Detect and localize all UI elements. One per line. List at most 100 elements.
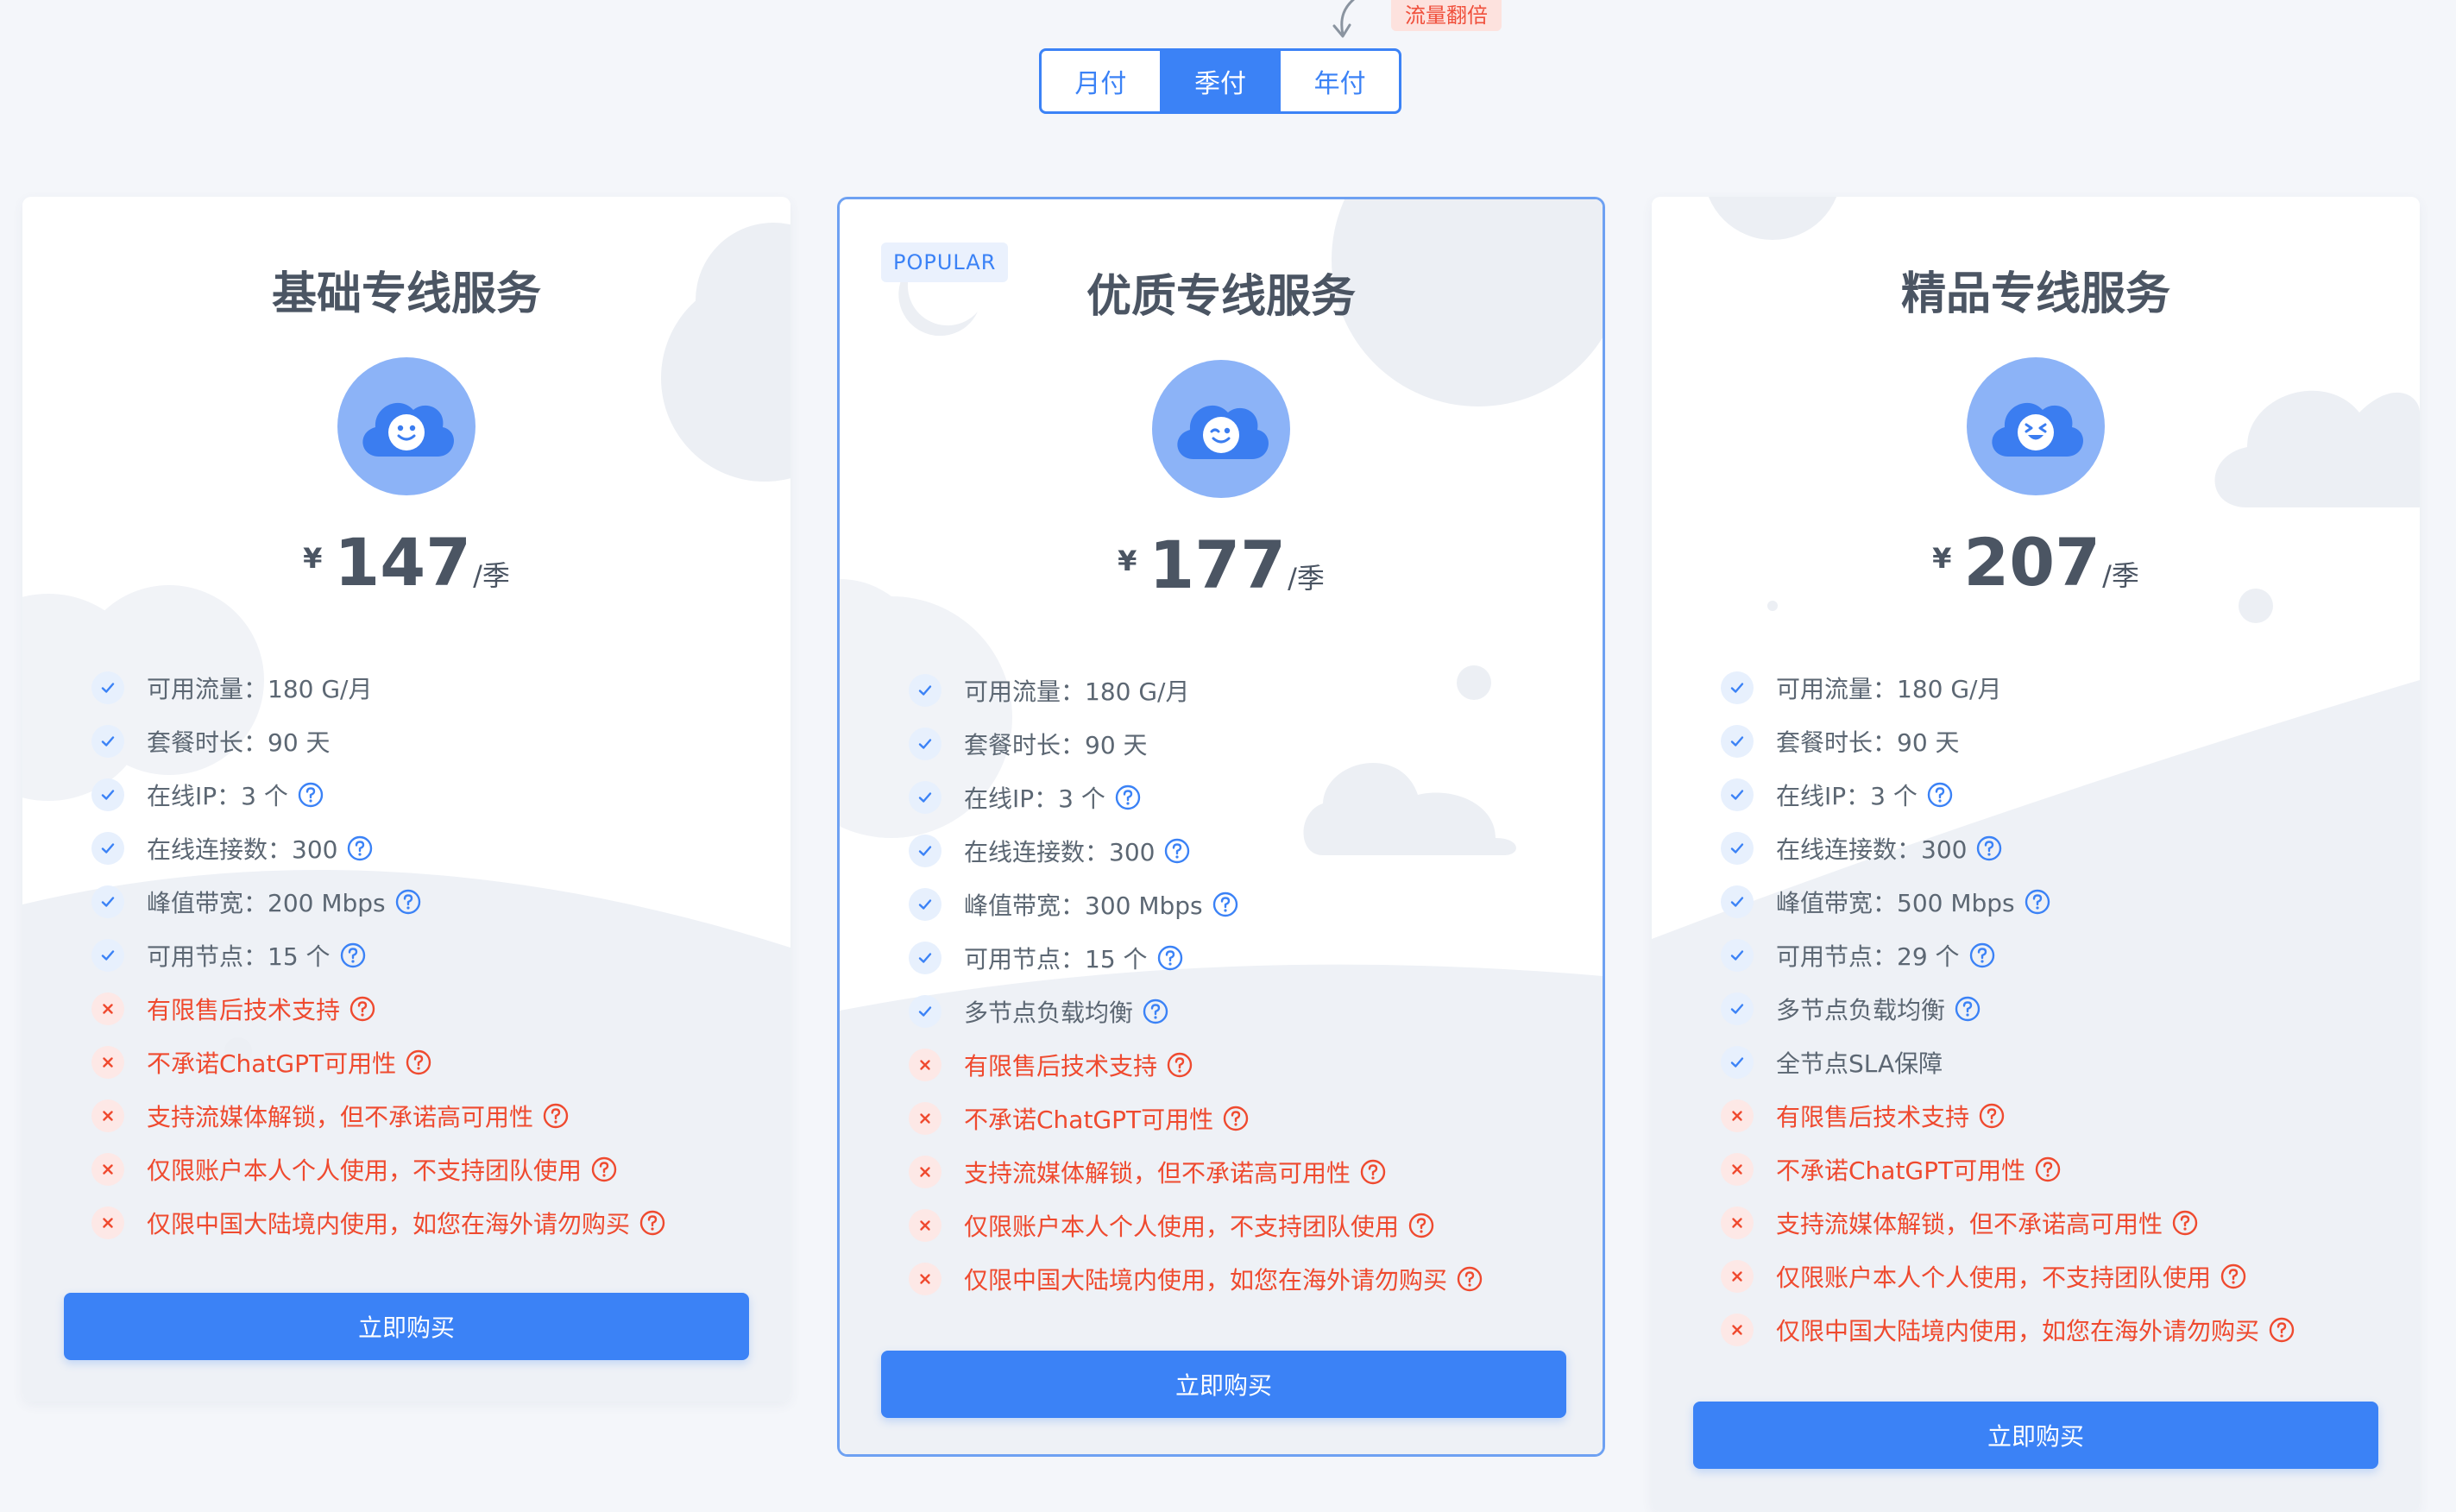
price-amount: 147: [334, 524, 472, 601]
help-icon[interactable]: [1954, 995, 1981, 1023]
feature-item: 套餐时长：90 天: [909, 717, 1483, 771]
traffic-double-badge: 流量翻倍: [1391, 0, 1502, 31]
help-icon[interactable]: [1968, 942, 1996, 969]
feature-text: 多节点负载均衡: [1776, 996, 1946, 1024]
plan-title: 优质专线服务: [1086, 271, 1356, 323]
feature-text: 全节点SLA保障: [1776, 1049, 1943, 1078]
help-icon[interactable]: [1166, 1051, 1193, 1079]
feature-text: 可用流量：180 G/月: [1776, 675, 2002, 703]
feature-text: 在线IP：3 个: [964, 784, 1105, 813]
cloud-smile-icon: [337, 357, 475, 495]
billing-option-monthly[interactable]: 月付: [1042, 51, 1162, 111]
feature-text: 套餐时长：90 天: [964, 731, 1148, 759]
check-icon: [1721, 939, 1754, 972]
help-icon[interactable]: [1156, 944, 1184, 972]
help-icon[interactable]: [405, 1049, 432, 1076]
help-icon[interactable]: [1222, 1105, 1250, 1132]
check-icon: [91, 885, 124, 918]
feature-text: 在线IP：3 个: [1776, 782, 1918, 810]
cross-icon: [91, 992, 124, 1025]
feature-text: 峰值带宽：300 Mbps: [964, 891, 1203, 920]
help-icon[interactable]: [1407, 1212, 1435, 1239]
check-icon: [91, 725, 124, 758]
feature-text: 在线连接数：300: [964, 838, 1156, 866]
feature-text: 多节点负载均衡: [964, 999, 1134, 1027]
help-icon[interactable]: [297, 781, 324, 809]
cross-icon: [909, 1156, 941, 1188]
help-icon[interactable]: [1142, 998, 1169, 1025]
feature-item: 在线连接数：300: [1721, 822, 2295, 875]
cross-icon: [909, 1209, 941, 1242]
help-icon[interactable]: [2171, 1209, 2199, 1237]
feature-item: 有限售后技术支持: [1721, 1089, 2295, 1143]
feature-text: 支持流媒体解锁，但不承诺高可用性: [1776, 1210, 2163, 1238]
help-icon[interactable]: [2220, 1263, 2247, 1290]
feature-text: 套餐时长：90 天: [147, 728, 331, 757]
help-icon[interactable]: [590, 1156, 618, 1183]
plan-card-basic: 基础专线服务 ¥ 147 /季 可用流量：180 G/月 套餐时长：90 天在线I…: [22, 197, 790, 1402]
help-icon[interactable]: [1359, 1158, 1387, 1186]
feature-text: 在线IP：3 个: [147, 782, 288, 810]
feature-text: 仅限账户本人个人使用，不支持团队使用: [964, 1213, 1400, 1241]
help-icon[interactable]: [542, 1102, 570, 1130]
buy-now-button[interactable]: 立即购买: [881, 1351, 1566, 1418]
feature-item: 仅限账户本人个人使用，不支持团队使用: [91, 1143, 666, 1196]
check-icon: [909, 888, 941, 921]
feature-item: 多节点负载均衡: [1721, 982, 2295, 1036]
help-icon[interactable]: [1978, 1102, 2006, 1130]
check-icon: [1721, 992, 1754, 1025]
help-icon[interactable]: [1456, 1265, 1483, 1293]
check-icon: [1721, 778, 1754, 811]
price-amount: 207: [1963, 524, 2101, 601]
help-icon[interactable]: [2024, 888, 2051, 916]
check-icon: [91, 832, 124, 865]
check-icon: [1721, 1046, 1754, 1079]
help-icon[interactable]: [394, 888, 422, 916]
currency-symbol: ¥: [1118, 545, 1137, 577]
feature-list: 可用流量：180 G/月 套餐时长：90 天在线IP：3 个在线连接数：300 峰值…: [909, 664, 1483, 1306]
help-icon[interactable]: [2268, 1316, 2295, 1344]
help-icon[interactable]: [1975, 835, 2003, 862]
price: ¥ 177 /季: [840, 532, 1603, 598]
buy-now-button[interactable]: 立即购买: [1693, 1402, 2378, 1469]
feature-item: 有限售后技术支持: [909, 1038, 1483, 1092]
feature-text: 峰值带宽：500 Mbps: [1776, 889, 2015, 917]
plan-card-premium: 精品专线服务 ¥ 207 /季 可用流量：180 G/月 套餐时长：90 天在线I…: [1652, 197, 2420, 1512]
feature-text: 有限售后技术支持: [964, 1052, 1158, 1080]
help-icon[interactable]: [639, 1209, 666, 1237]
cross-icon: [91, 1153, 124, 1186]
help-icon[interactable]: [349, 995, 376, 1023]
help-icon[interactable]: [346, 835, 374, 862]
cross-icon: [1721, 1099, 1754, 1132]
feature-item: 在线IP：3 个: [909, 771, 1483, 824]
help-icon[interactable]: [1163, 837, 1191, 865]
cross-icon: [91, 1206, 124, 1239]
check-icon: [909, 674, 941, 707]
cross-icon: [1721, 1314, 1754, 1346]
feature-item: 可用流量：180 G/月: [1721, 661, 2295, 715]
price: ¥ 147 /季: [22, 530, 790, 595]
feature-text: 不承诺ChatGPT可用性: [147, 1049, 397, 1078]
billing-option-yearly[interactable]: 年付: [1281, 51, 1399, 111]
cross-icon: [909, 1102, 941, 1135]
feature-item: 可用节点：29 个: [1721, 929, 2295, 982]
help-icon[interactable]: [2034, 1156, 2062, 1183]
feature-text: 支持流媒体解锁，但不承诺高可用性: [147, 1103, 534, 1131]
feature-item: 多节点负载均衡: [909, 985, 1483, 1038]
buy-now-button[interactable]: 立即购买: [64, 1293, 749, 1360]
help-icon[interactable]: [1212, 891, 1239, 918]
help-icon[interactable]: [1926, 781, 1954, 809]
feature-text: 套餐时长：90 天: [1776, 728, 1960, 757]
feature-text: 可用节点：15 个: [147, 942, 331, 971]
price-amount: 177: [1149, 526, 1287, 603]
price: ¥ 207 /季: [1652, 530, 2420, 595]
cross-icon: [1721, 1260, 1754, 1293]
currency-symbol: ¥: [1932, 542, 1952, 575]
billing-option-quarterly[interactable]: 季付: [1161, 51, 1282, 111]
price-period: /季: [473, 559, 510, 592]
feature-item: 仅限账户本人个人使用，不支持团队使用: [909, 1199, 1483, 1252]
help-icon[interactable]: [1114, 784, 1142, 811]
help-icon[interactable]: [339, 942, 367, 969]
feature-list: 可用流量：180 G/月 套餐时长：90 天在线IP：3 个在线连接数：300 峰值…: [91, 661, 666, 1250]
feature-item: 套餐时长：90 天: [91, 715, 666, 768]
